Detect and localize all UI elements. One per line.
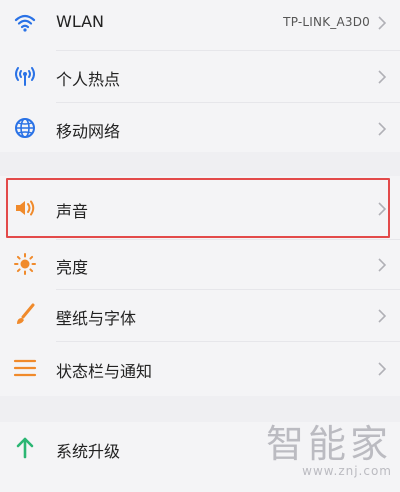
chevron-right-icon <box>376 69 388 85</box>
settings-item-mobile-network[interactable]: 移动网络 <box>0 103 400 153</box>
arrow-up-icon <box>12 435 38 461</box>
settings-item-wlan[interactable]: WLAN TP-LINK_A3D0 <box>0 0 400 46</box>
chevron-right-icon <box>376 257 388 273</box>
settings-item-label: 亮度 <box>56 258 89 277</box>
hotspot-icon <box>12 63 38 89</box>
watermark-url: www.znj.com <box>302 464 392 478</box>
settings-item-hotspot[interactable]: 个人热点 <box>0 51 400 101</box>
settings-item-statusbar-notifications[interactable]: 状态栏与通知 <box>0 342 400 394</box>
wifi-icon <box>12 10 38 36</box>
section-gap <box>0 152 400 176</box>
settings-item-label: WLAN <box>56 12 105 31</box>
chevron-right-icon <box>376 15 388 31</box>
settings-item-brightness[interactable]: 亮度 <box>0 240 400 288</box>
settings-item-wallpaper-font[interactable]: 壁纸与字体 <box>0 290 400 340</box>
menu-lines-icon <box>12 355 38 381</box>
settings-item-sound[interactable]: 声音 <box>0 178 400 238</box>
settings-item-label: 系统升级 <box>56 442 121 461</box>
settings-item-label: 声音 <box>56 202 89 221</box>
settings-item-label: 移动网络 <box>56 122 121 141</box>
brush-icon <box>12 302 38 328</box>
sun-icon <box>12 251 38 277</box>
chevron-right-icon <box>376 121 388 137</box>
watermark-logo: 智能家 www.znj.com <box>266 424 392 478</box>
wlan-network-name: TP-LINK_A3D0 <box>283 15 370 29</box>
chevron-right-icon <box>376 308 388 324</box>
settings-item-label: 壁纸与字体 <box>56 309 137 328</box>
section-gap <box>0 396 400 422</box>
watermark-text: 智能家 <box>265 422 392 466</box>
settings-item-label: 个人热点 <box>56 70 121 89</box>
settings-item-label: 状态栏与通知 <box>56 362 153 381</box>
speaker-icon <box>12 195 38 221</box>
globe-icon <box>12 115 38 141</box>
chevron-right-icon <box>376 361 388 377</box>
chevron-right-icon <box>376 201 388 217</box>
